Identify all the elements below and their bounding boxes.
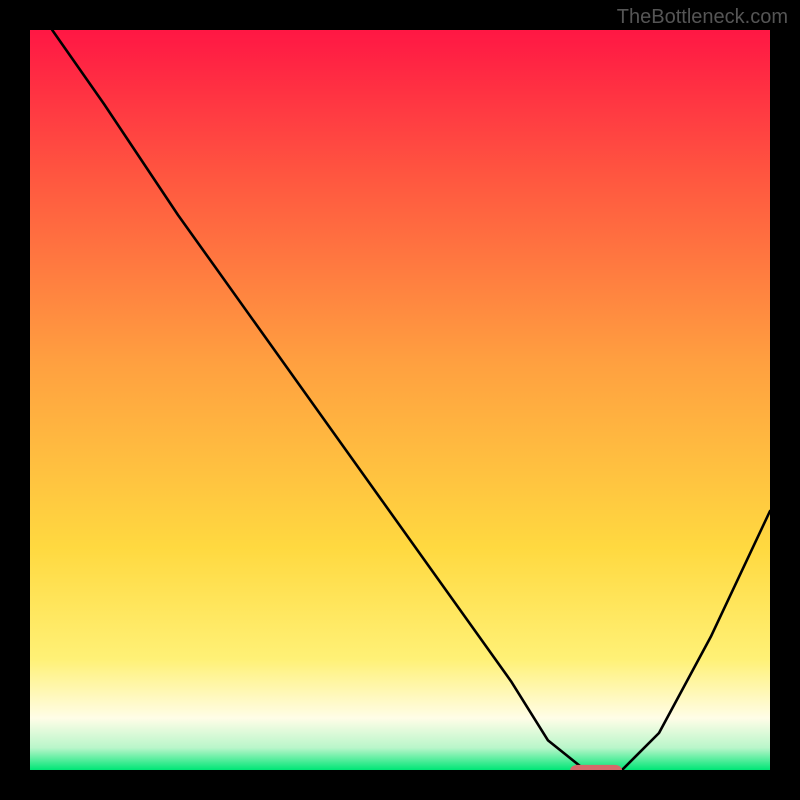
plot-area	[30, 30, 770, 770]
chart-frame: TheBottleneck.com	[0, 0, 800, 800]
curve-overlay	[30, 30, 770, 770]
optimum-marker	[570, 765, 622, 770]
watermark-text: TheBottleneck.com	[617, 6, 788, 29]
bottleneck-curve	[52, 30, 770, 770]
